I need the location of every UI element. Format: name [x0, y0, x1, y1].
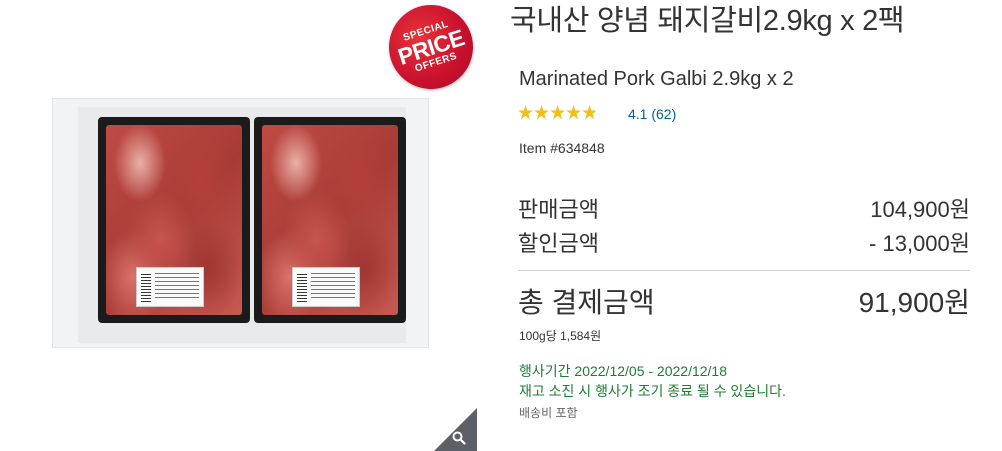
discount-row: 할인금액 - 13,000원: [518, 226, 970, 258]
promotion-notice: 재고 소진 시 행사가 조기 종료 될 수 있습니다.: [519, 383, 786, 399]
sale-price-value: 104,900원: [870, 197, 970, 222]
product-rating[interactable]: ★★★★★ ★★★★★ 4.1 (62): [517, 103, 980, 124]
product-image-panel: SPECIAL PRICE OFFERS: [0, 0, 500, 451]
sale-price-label: 판매금액: [518, 197, 599, 222]
sale-price-row: 판매금액 104,900원: [518, 192, 970, 224]
discount-value: - 13,000원: [869, 231, 970, 256]
product-title-korean: 국내산 양념 돼지갈비2.9kg x 2팩: [510, 5, 905, 37]
total-price-label: 총 결제금액: [518, 287, 655, 318]
package-label-left: [136, 267, 204, 307]
total-price-value: 91,900원: [858, 287, 970, 318]
discount-label: 할인금액: [518, 231, 599, 256]
item-number: Item #634848: [519, 140, 605, 156]
promotion-period: 행사기간 2022/12/05 - 2022/12/18: [519, 363, 727, 379]
product-title-english: Marinated Pork Galbi 2.9kg x 2: [519, 68, 794, 90]
magnifier-icon[interactable]: [452, 431, 466, 445]
star-rating-icon: ★★★★★ ★★★★★: [517, 103, 598, 124]
product-image[interactable]: [52, 98, 429, 348]
total-price-row: 총 결제금액 91,900원: [518, 281, 970, 321]
product-info: 국내산 양념 돼지갈비2.9kg x 2팩 Marinated Pork Gal…: [510, 0, 980, 421]
special-price-badge: SPECIAL PRICE OFFERS: [378, 0, 484, 100]
unit-price: 100g당 1,584원: [519, 329, 602, 343]
package-label-right: [292, 267, 360, 307]
rating-score-link[interactable]: 4.1 (62): [628, 106, 676, 122]
product-box: [78, 107, 406, 343]
price-divider: [518, 270, 970, 271]
shipping-info: 배송비 포함: [519, 406, 578, 420]
